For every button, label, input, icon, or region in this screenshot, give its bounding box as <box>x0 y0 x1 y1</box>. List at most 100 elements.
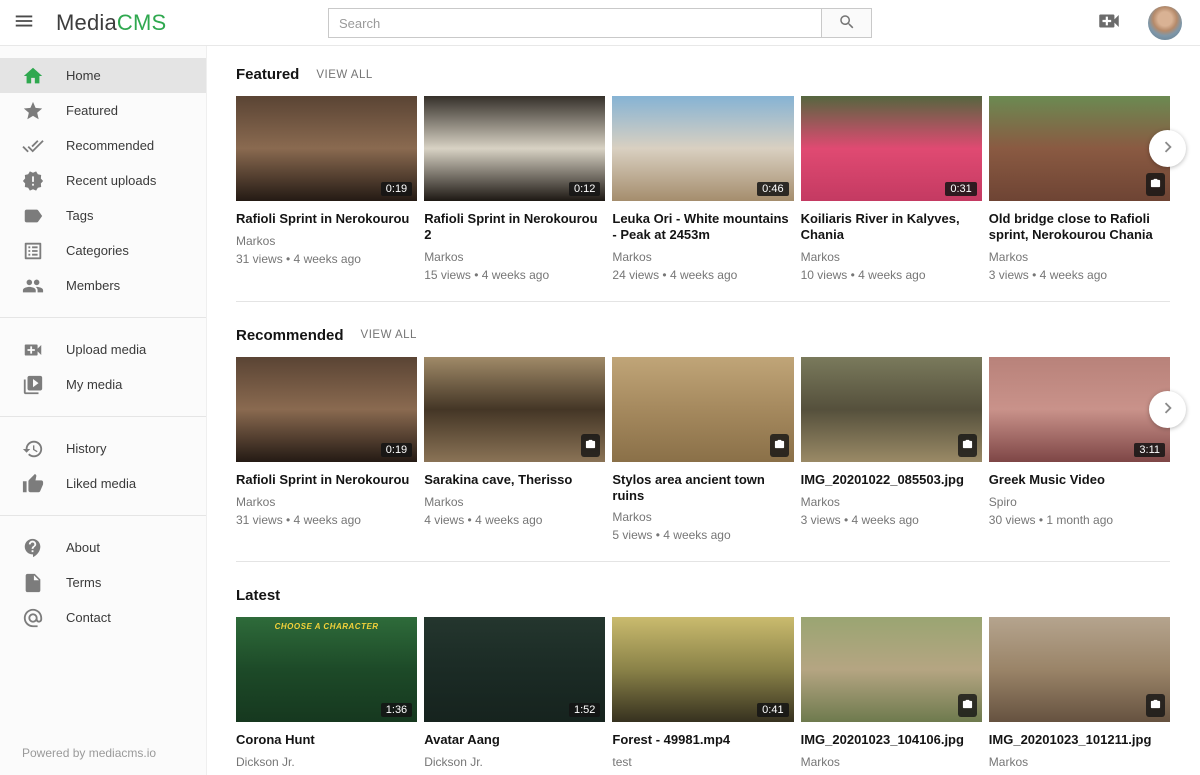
search-button[interactable] <box>822 8 872 38</box>
hamburger-menu-button[interactable] <box>0 0 48 46</box>
camera-icon <box>962 437 973 455</box>
sidebar-item-terms[interactable]: Terms <box>0 565 206 600</box>
media-card[interactable]: 1:52Avatar AangDickson Jr.12 views • 1 w… <box>424 617 605 775</box>
video-call-icon <box>22 339 44 361</box>
media-title[interactable]: Leuka Ori - White mountains - Peak at 24… <box>612 211 793 243</box>
media-card[interactable]: 0:19Rafioli Sprint in NerokourouMarkos31… <box>236 96 417 282</box>
media-title[interactable]: Corona Hunt <box>236 732 417 748</box>
media-card[interactable]: 0:31 Koiliaris River in Kalyves, Chania Ma… <box>801 96 982 282</box>
media-thumbnail[interactable]: 0:41 <box>612 617 793 722</box>
sidebar-item-label: Contact <box>66 610 111 625</box>
media-author[interactable]: Dickson Jr. <box>424 755 605 769</box>
media-thumbnail[interactable]: 0:19 <box>236 96 417 201</box>
media-title[interactable]: Sarakina cave, Therisso <box>424 472 605 488</box>
section-title: Latest <box>236 587 280 604</box>
sidebar-item-members[interactable]: Members <box>0 268 206 303</box>
sidebar-item-about[interactable]: About <box>0 530 206 565</box>
hamburger-icon <box>13 10 35 35</box>
media-author[interactable]: Markos <box>989 250 1170 264</box>
sidebar-item-categories[interactable]: Categories <box>0 233 206 268</box>
media-author[interactable]: Markos <box>612 510 793 524</box>
media-title[interactable]: Rafioli Sprint in Nerokourou 2 <box>424 211 605 243</box>
sidebar-item-upload-media[interactable]: Upload media <box>0 332 206 367</box>
sidebar-item-liked-media[interactable]: Liked media <box>0 466 206 501</box>
media-card[interactable]: IMG_20201022_085503.jpgMarkos3 views • 4… <box>801 357 982 543</box>
search-input[interactable] <box>328 8 822 38</box>
media-title[interactable]: Avatar Aang <box>424 732 605 748</box>
media-author[interactable]: Dickson Jr. <box>236 755 417 769</box>
media-title[interactable]: IMG_20201023_104106.jpg <box>801 732 982 748</box>
media-card[interactable]: 0:46 Leuka Ori - White mountains - Peak a… <box>612 96 793 282</box>
media-card[interactable]: 0:19Rafioli Sprint in NerokourouMarkos31… <box>236 357 417 543</box>
upload-media-button[interactable] <box>1096 8 1122 37</box>
media-card[interactable]: Sarakina cave, TherissoMarkos4 views • 4… <box>424 357 605 543</box>
media-thumbnail[interactable]: 0:19 <box>236 357 417 462</box>
media-card[interactable]: 3:11Greek Music VideoSpiro30 views • 1 m… <box>989 357 1170 543</box>
chevron-right-icon <box>1157 397 1179 422</box>
view-all-link[interactable]: VIEW ALL <box>316 69 372 81</box>
view-all-link[interactable]: VIEW ALL <box>361 329 417 341</box>
sidebar-item-recent-uploads[interactable]: Recent uploads <box>0 163 206 198</box>
media-thumbnail[interactable] <box>612 357 793 462</box>
media-thumbnail[interactable] <box>801 617 982 722</box>
star-icon <box>22 100 44 122</box>
media-title[interactable]: Koiliaris River in Kalyves, Chania <box>801 211 982 243</box>
media-author[interactable]: Markos <box>612 250 793 264</box>
media-thumbnail[interactable]: 1:52 <box>424 617 605 722</box>
media-title[interactable]: Rafioli Sprint in Nerokourou <box>236 472 417 488</box>
media-author[interactable]: Markos <box>236 495 417 509</box>
history-icon <box>22 438 44 460</box>
media-thumbnail[interactable]: CHOOSE A CHARACTER1:36 <box>236 617 417 722</box>
duration-badge: 0:31 <box>945 182 976 196</box>
media-title[interactable]: IMG_20201023_101211.jpg <box>989 732 1170 748</box>
media-author[interactable]: Spiro <box>989 495 1170 509</box>
section-divider <box>236 301 1170 302</box>
scroll-next-button[interactable] <box>1149 130 1186 167</box>
media-card[interactable]: IMG_20201023_101211.jpgMarkos4 views • 4… <box>989 617 1170 775</box>
media-card[interactable]: CHOOSE A CHARACTER1:36 Corona Hunt Dickson… <box>236 617 417 775</box>
media-author[interactable]: Markos <box>236 234 417 248</box>
media-author[interactable]: Markos <box>801 495 982 509</box>
user-avatar[interactable] <box>1148 6 1182 40</box>
sidebar-item-history[interactable]: History <box>0 431 206 466</box>
media-author[interactable]: Markos <box>424 495 605 509</box>
media-card[interactable]: 0:12 Rafioli Sprint in Nerokourou 2 Markos… <box>424 96 605 282</box>
media-thumbnail[interactable] <box>801 357 982 462</box>
media-author[interactable]: Markos <box>989 755 1170 769</box>
duration-badge: 0:46 <box>757 182 788 196</box>
media-thumbnail[interactable] <box>989 96 1170 201</box>
sidebar-item-recommended[interactable]: Recommended <box>0 128 206 163</box>
media-thumbnail[interactable]: 0:31 <box>801 96 982 201</box>
media-thumbnail[interactable]: 0:12 <box>424 96 605 201</box>
sidebar-item-contact[interactable]: Contact <box>0 600 206 635</box>
at-icon <box>22 607 44 629</box>
media-author[interactable]: test <box>612 755 793 769</box>
media-thumbnail[interactable]: 0:46 <box>612 96 793 201</box>
sidebar-item-tags[interactable]: Tags <box>0 198 206 233</box>
mediacms-logo[interactable]: MediaCMS <box>56 10 166 36</box>
media-thumbnail[interactable]: 3:11 <box>989 357 1170 462</box>
media-card[interactable]: IMG_20201023_104106.jpgMarkos4 views • 4… <box>801 617 982 775</box>
sidebar-item-featured[interactable]: Featured <box>0 93 206 128</box>
media-title[interactable]: Stylos area ancient town ruins <box>612 472 793 504</box>
media-title[interactable]: Old bridge close to Rafioli sprint, Nero… <box>989 211 1170 243</box>
sidebar-divider <box>0 317 206 318</box>
media-title[interactable]: Greek Music Video <box>989 472 1170 488</box>
powered-by-link[interactable]: Powered by mediacms.io <box>0 732 206 775</box>
media-title[interactable]: Rafioli Sprint in Nerokourou <box>236 211 417 227</box>
media-card[interactable]: 0:41Forest - 49981.mp4test17 views • 3 w… <box>612 617 793 775</box>
sidebar-item-my-media[interactable]: My media <box>0 367 206 402</box>
media-card[interactable]: Stylos area ancient town ruinsMarkos5 vi… <box>612 357 793 543</box>
media-author[interactable]: Markos <box>801 250 982 264</box>
media-title[interactable]: Forest - 49981.mp4 <box>612 732 793 748</box>
media-card[interactable]: Old bridge close to Rafioli sprint, Nero… <box>989 96 1170 282</box>
document-icon <box>22 572 44 594</box>
media-thumbnail[interactable] <box>424 357 605 462</box>
media-author[interactable]: Markos <box>801 755 982 769</box>
media-author[interactable]: Markos <box>424 250 605 264</box>
tag-icon <box>22 205 44 227</box>
scroll-next-button[interactable] <box>1149 391 1186 428</box>
sidebar-item-home[interactable]: Home <box>0 58 206 93</box>
media-thumbnail[interactable] <box>989 617 1170 722</box>
media-title[interactable]: IMG_20201022_085503.jpg <box>801 472 982 488</box>
